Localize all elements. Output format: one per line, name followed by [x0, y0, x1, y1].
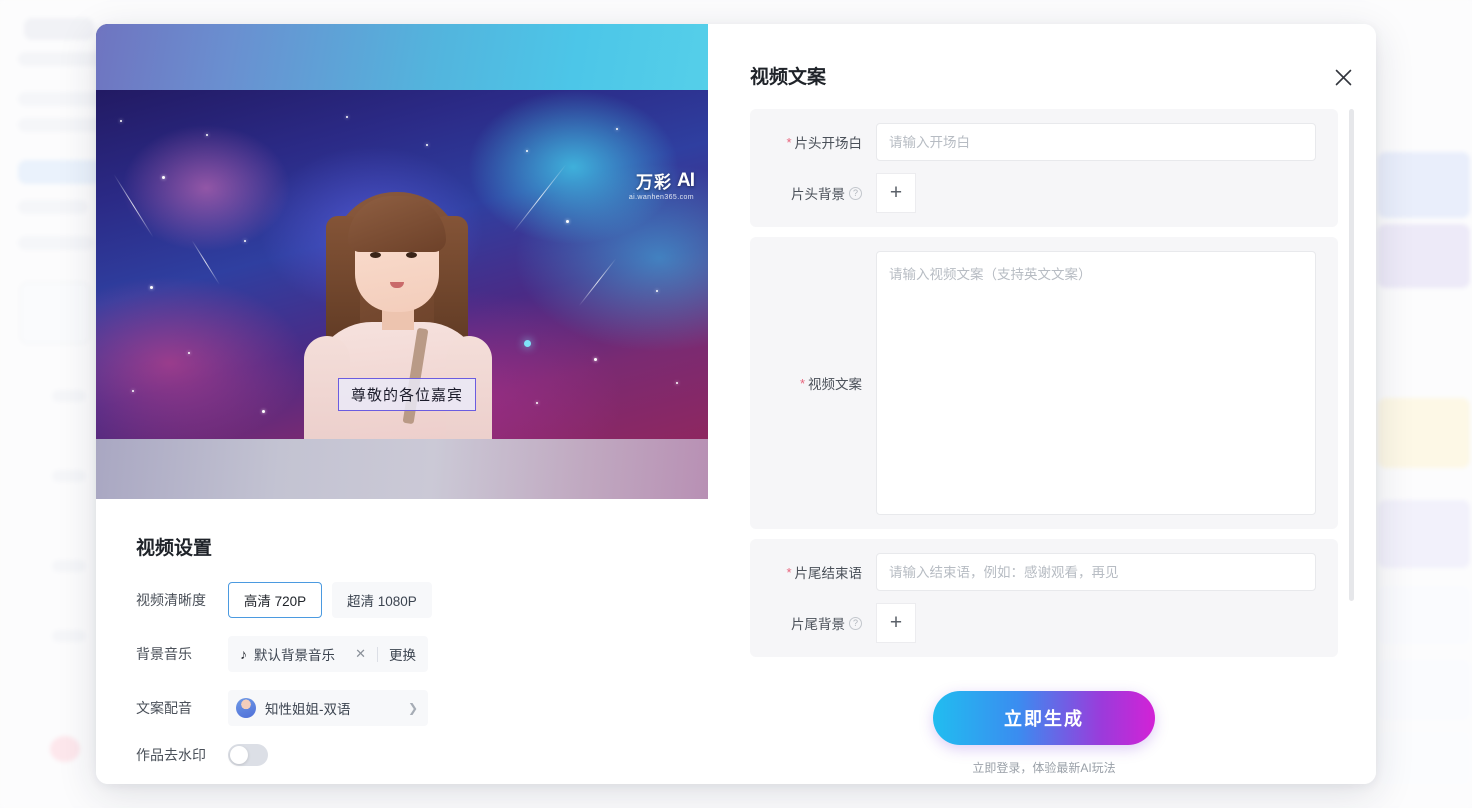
required-marker: *: [786, 564, 792, 580]
left-pane: 万彩 AI ai.wanhen365.com 尊敬的各位嘉宾 视频设置 视频清晰…: [96, 24, 708, 784]
voice-selector[interactable]: 知性姐姐-双语 ❯: [228, 690, 428, 726]
watermark-row: 作品去水印: [136, 744, 668, 766]
resolution-segmented-control: 高清 720P 超清 1080P: [228, 582, 432, 618]
bg-card: [1378, 732, 1470, 784]
opening-bg-row: 片头背景 ? +: [772, 173, 1316, 213]
watermark-toggle-label: 作品去水印: [136, 747, 206, 763]
cta-section: 立即生成 立即登录，体验最新AI玩法: [750, 691, 1338, 776]
resolution-option-720p-label: 高清 720P: [243, 594, 307, 609]
opening-bg-label: 片头背景 ?: [772, 183, 876, 203]
watermark-url: ai.wanhen365.com: [628, 194, 694, 201]
ending-card: * 片尾结束语 片尾背景 ? +: [750, 539, 1338, 657]
ending-label: * 片尾结束语: [772, 562, 876, 582]
bg-card: [20, 282, 90, 344]
ending-row: * 片尾结束语: [772, 553, 1316, 591]
resolution-row: 视频清晰度 高清 720P 超清 1080P: [136, 582, 668, 618]
bg-chip: [52, 390, 86, 402]
voice-row: 文案配音 知性姐姐-双语 ❯: [136, 690, 668, 726]
settings-title: 视频设置: [136, 538, 213, 559]
plus-icon: +: [889, 611, 903, 634]
background-music-row: 背景音乐 ♪ 默认背景音乐 ✕ 更换: [136, 636, 668, 672]
form-scrollbar[interactable]: [1349, 109, 1354, 601]
opening-input[interactable]: [876, 123, 1316, 161]
ending-bg-label: 片尾背景 ?: [772, 613, 876, 633]
opening-bg-label-text: 片头背景: [791, 187, 845, 202]
bg-card: [1378, 224, 1470, 288]
voice-avatar: [236, 698, 256, 718]
video-preview[interactable]: 万彩 AI ai.wanhen365.com 尊敬的各位嘉宾: [96, 24, 708, 499]
add-opening-background-button[interactable]: +: [876, 173, 916, 213]
opening-label-text: 片头开场白: [794, 136, 863, 151]
help-icon[interactable]: ?: [849, 186, 862, 200]
help-icon[interactable]: ?: [849, 616, 862, 630]
script-card: * 视频文案: [750, 237, 1338, 529]
form-scroll-area: * 片头开场白 片头背景 ? +: [750, 109, 1354, 667]
clear-icon[interactable]: ✕: [355, 646, 366, 662]
video-generation-dialog: 万彩 AI ai.wanhen365.com 尊敬的各位嘉宾 视频设置 视频清晰…: [96, 24, 1376, 784]
preview-bottom-band: [96, 439, 708, 499]
add-ending-background-button[interactable]: +: [876, 603, 916, 643]
resolution-option-1080p[interactable]: 超清 1080P: [332, 582, 432, 618]
voice-label: 文案配音: [136, 700, 192, 716]
ending-bg-row: 片尾背景 ? +: [772, 603, 1316, 643]
caption-text-box[interactable]: 尊敬的各位嘉宾: [338, 378, 477, 411]
page-title: 视频文案: [750, 67, 827, 88]
login-hint: 立即登录，体验最新AI玩法: [972, 761, 1116, 775]
opening-label: * 片头开场白: [772, 132, 876, 152]
ending-bg-label-text: 片尾背景: [791, 617, 845, 632]
resolution-option-1080p-label: 超清 1080P: [347, 594, 417, 609]
background-music-label: 背景音乐: [136, 646, 192, 662]
bg-chip: [52, 630, 86, 642]
plus-icon: +: [889, 181, 903, 204]
change-music-button[interactable]: 更换: [389, 644, 416, 664]
bg-chip: [18, 118, 108, 132]
bg-chip: [18, 200, 88, 214]
script-label-text: 视频文案: [808, 377, 862, 392]
script-textarea[interactable]: [876, 251, 1316, 515]
divider: [377, 646, 378, 662]
bg-chip: [18, 160, 102, 184]
bg-chip: [24, 18, 94, 40]
music-note-icon: ♪: [240, 646, 247, 662]
caption-label: 尊敬的各位嘉宾: [351, 387, 464, 404]
voice-name: 知性姐姐-双语: [265, 702, 351, 717]
script-row: * 视频文案: [772, 251, 1316, 515]
background-music-selector[interactable]: ♪ 默认背景音乐 ✕ 更换: [228, 636, 428, 672]
background-music-name: 默认背景音乐: [254, 648, 335, 663]
bg-card: [1378, 500, 1470, 568]
resolution-option-720p[interactable]: 高清 720P: [228, 582, 322, 618]
watermark-brand-cn: 万彩: [636, 173, 672, 192]
chevron-right-icon: ❯: [407, 701, 418, 715]
right-pane: 视频文案 * 片头开场白 片头背景 ? +: [708, 24, 1376, 784]
ending-input[interactable]: [876, 553, 1316, 591]
required-marker: *: [786, 134, 792, 150]
bg-card: [1378, 586, 1470, 644]
required-marker: *: [799, 375, 805, 391]
bg-card: [1378, 152, 1470, 218]
bg-chip: [52, 560, 86, 572]
bg-chip: [18, 236, 94, 250]
script-label: * 视频文案: [772, 251, 876, 515]
watermark-brand-ai: AI: [677, 169, 695, 191]
opening-card: * 片头开场白 片头背景 ? +: [750, 109, 1338, 227]
bg-chip: [52, 470, 86, 482]
close-icon[interactable]: [1330, 64, 1356, 90]
video-settings-panel: 视频设置 视频清晰度 高清 720P 超清 1080P 背景音乐 ♪ 默认背景音…: [96, 499, 708, 784]
opening-row: * 片头开场白: [772, 123, 1316, 161]
generate-button[interactable]: 立即生成: [933, 691, 1155, 745]
preview-top-band: [96, 24, 708, 90]
ending-label-text: 片尾结束语: [794, 566, 863, 581]
bg-card: [1378, 660, 1470, 720]
watermark: 万彩 AI ai.wanhen365.com: [628, 168, 695, 202]
resolution-label: 视频清晰度: [136, 592, 206, 608]
bg-chip: [50, 736, 80, 762]
bg-card: [1378, 398, 1470, 468]
bg-card: [1378, 300, 1470, 360]
remove-watermark-toggle[interactable]: [228, 744, 268, 766]
